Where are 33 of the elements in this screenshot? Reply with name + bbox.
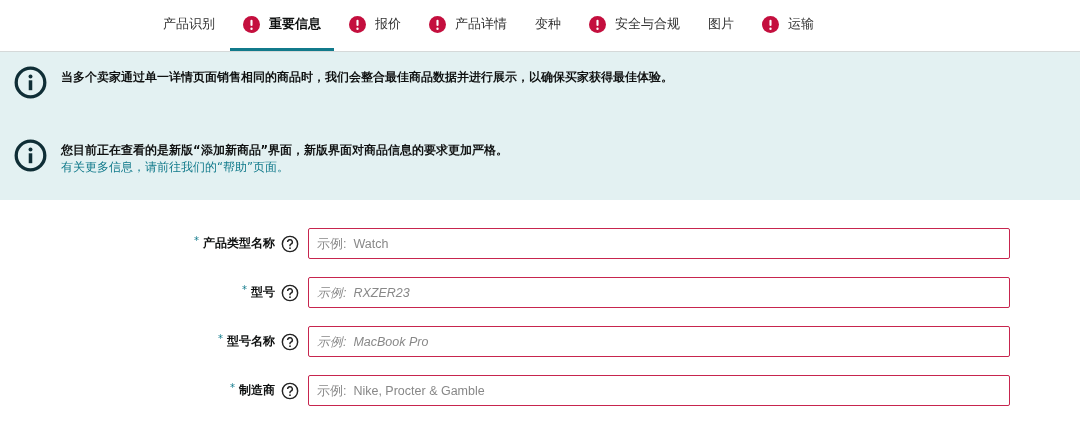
field-label: 产品类型名称: [203, 235, 275, 252]
field-label: 型号: [251, 284, 275, 301]
help-icon[interactable]: [281, 332, 299, 351]
warning-icon: [429, 15, 446, 33]
help-link[interactable]: 有关更多信息，请前往我们的“帮助”页面。: [61, 159, 509, 175]
field-label: 制造商: [239, 382, 275, 399]
tab[interactable]: 运输: [749, 0, 827, 51]
help-icon[interactable]: [281, 381, 299, 400]
notice-text: 您目前正在查看的是新版“添加新商品”界面，新版界面对商品信息的要求更加严格。: [61, 142, 509, 159]
info-icon: [14, 66, 47, 99]
input-field[interactable]: 示例: MacBook Pro: [308, 326, 1010, 357]
required-mark: *: [218, 332, 223, 344]
field-label: 型号名称: [227, 333, 275, 350]
warning-icon: [349, 15, 366, 33]
help-icon[interactable]: [281, 234, 299, 253]
warning-icon: [589, 15, 606, 33]
warning-icon: [243, 15, 260, 33]
input-field[interactable]: 示例: RXZER23: [308, 277, 1010, 308]
info-icon: [14, 139, 47, 172]
input-field[interactable]: 示例: Watch: [308, 228, 1010, 259]
tab[interactable]: 安全与合规: [576, 0, 693, 51]
tab[interactable]: 变种: [522, 0, 574, 51]
help-icon[interactable]: [281, 283, 299, 302]
warning-icon: [762, 15, 779, 33]
notice-text: 当多个卖家通过单一详情页面销售相同的商品时，我们会整合最佳商品数据并进行展示，以确保买家获得最佳体验。: [61, 69, 673, 86]
tab[interactable]: 图片: [695, 0, 747, 51]
tab[interactable]: 产品详情: [416, 0, 520, 51]
tab[interactable]: 产品识别: [150, 0, 228, 51]
required-mark: *: [194, 234, 199, 246]
required-mark: *: [230, 381, 235, 393]
required-mark: *: [242, 283, 247, 295]
input-field[interactable]: 示例: Nike, Procter & Gamble: [308, 375, 1010, 406]
tab[interactable]: 报价: [336, 0, 414, 51]
